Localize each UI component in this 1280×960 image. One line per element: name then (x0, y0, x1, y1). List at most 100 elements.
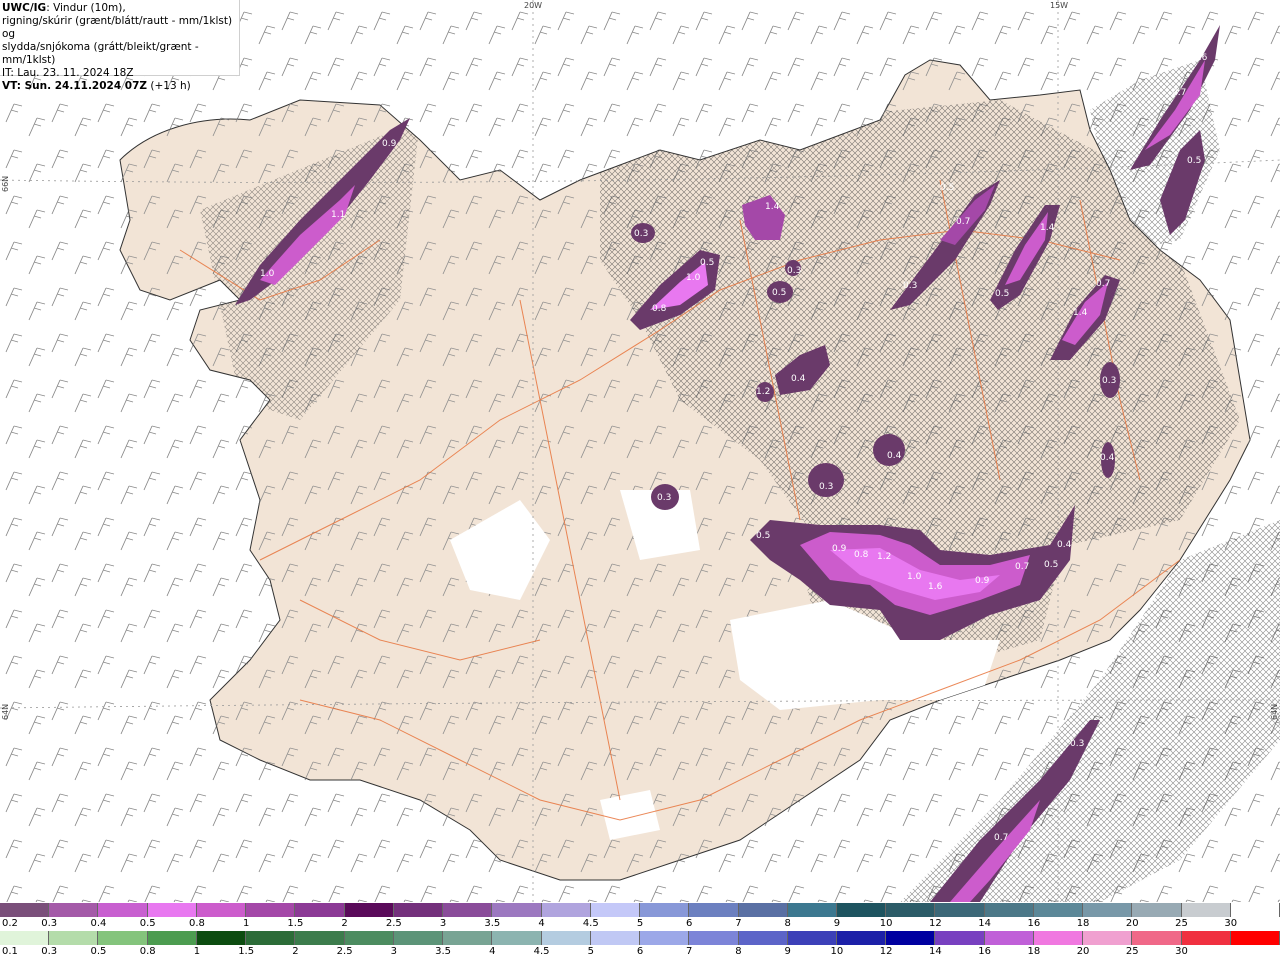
legend-swatch (1033, 931, 1084, 945)
precip-value: 1.2 (877, 552, 891, 562)
legend-swatch (836, 931, 887, 945)
legend-swatch (98, 931, 148, 945)
legend-label: 1 (193, 946, 201, 957)
legend-swatch (640, 931, 690, 945)
map-canvas: 0.9 1.1 1.0 0.3 0.5 1.0 0.8 1.4 0.5 0.3 … (0, 0, 1280, 902)
precip-value: 0.9 (975, 576, 990, 586)
legend-swatch (98, 903, 148, 917)
legend-swatch (393, 903, 444, 917)
legend-label: 7 (735, 918, 742, 929)
legend-label: 6 (686, 918, 693, 929)
legend-swatch (1230, 931, 1280, 945)
legend-label: 16 (978, 946, 991, 957)
legend-swatch (1033, 903, 1084, 917)
forecast-map: 0.9 1.1 1.0 0.3 0.5 1.0 0.8 1.4 0.5 0.3 … (0, 0, 1280, 902)
legend-label: 16 (1027, 918, 1041, 929)
legend-label: 3 (390, 946, 398, 957)
precip-value: 0.5 (940, 183, 954, 193)
precip-center-a (873, 434, 905, 466)
legend-swatch (738, 931, 788, 945)
precip-value: 0.3 (657, 493, 671, 503)
precip-value: 1.0 (260, 269, 275, 279)
precip-value: 0.8 (854, 550, 869, 560)
legend-label: 2.5 (336, 946, 353, 957)
precip-value: 1.4 (1040, 223, 1055, 233)
legend-label: 4 (538, 918, 545, 929)
legend-swatch (541, 903, 591, 917)
legend-swatch (590, 931, 641, 945)
legend-label: 0.5 (90, 946, 107, 957)
legend-swatch (0, 903, 50, 917)
precip-value: 0.3 (787, 266, 801, 276)
precip-value: 0.5 (1187, 156, 1201, 166)
info-line-1: UWC/IG: Vindur (10m), (2, 2, 239, 15)
legend-label: 0.1 (2, 946, 18, 957)
legend-label: 8 (784, 918, 791, 929)
legend-label: 2.5 (385, 918, 402, 929)
legend-swatch (443, 903, 493, 917)
precip-value: 0.7 (1096, 279, 1110, 289)
legend-label: 0.4 (90, 918, 107, 929)
initial-time: IT: Lau. 23. 11. 2024 18Z (2, 67, 134, 79)
latitude-label-66n: 66N (1, 175, 10, 192)
precip-value: 0.4 (1100, 453, 1115, 463)
legend-label: 12 (879, 946, 893, 957)
valid-time: VT: Sun. 24.11.2024 07Z (+13 h) (2, 80, 239, 93)
legend-label: 14 (929, 946, 942, 957)
precip-value: 0.3 (634, 229, 648, 239)
legend-label: 25 (1125, 946, 1139, 957)
legend-swatch (640, 903, 690, 917)
legend-label: 20 (1125, 918, 1139, 929)
precip-value: 0.5 (700, 258, 714, 268)
legend-swatch (295, 931, 345, 945)
legend-swatch (738, 903, 788, 917)
legend-label: 3.5 (484, 918, 501, 929)
legend-label: 18 (1027, 946, 1041, 957)
legend-label: 18 (1076, 918, 1090, 929)
legend-swatch (393, 931, 444, 945)
legend-label: 20 (1076, 946, 1090, 957)
legend-label: 2 (341, 918, 348, 929)
legend-label: 1.5 (238, 946, 255, 957)
precip-value: 0.7 (1172, 88, 1186, 98)
legend-label: 3.5 (435, 946, 452, 957)
legend-label: 4 (489, 946, 496, 957)
precip-value: 0.3 (1102, 376, 1116, 386)
precip-value: 1.6 (928, 582, 943, 592)
precip-value: 0.3 (903, 281, 917, 291)
legend-swatch (196, 931, 247, 945)
legend-swatch (295, 903, 345, 917)
legend-label: 30 (1224, 918, 1238, 929)
legend-swatch (1181, 903, 1231, 917)
precip-value: 0.4 (887, 451, 902, 461)
legend-swatch (443, 931, 493, 945)
legend-label: 8 (735, 946, 742, 957)
legend-label: 6 (636, 946, 644, 957)
legend-swatch (984, 903, 1034, 917)
legend-swatch (787, 931, 837, 945)
legend-label: 14 (978, 918, 991, 929)
legend-label: 1.5 (287, 918, 304, 929)
legend-rain-labels: 0.1 0.3 0.5 0.8 1 1.5 2 2.5 3 3.5 4 4.5 5 6 7 8 9 10 12 14 1… (0, 945, 1280, 959)
legend-label: 0.8 (188, 918, 205, 929)
legend-swatch (147, 931, 197, 945)
legend-snow-labels: 0.2 0.3 0.4 0.5 0.8 1 1.5 2 2.5 3 3.5 4 4.5 5 6 7 8 9 10 12… (0, 917, 1280, 931)
legend-swatch (689, 903, 739, 917)
legend-label: 10 (830, 946, 844, 957)
legend-rain: 0.1 0.3 0.5 0.8 1 1.5 2 2.5 3 3.5 4 4.5 5 6 7 8 9 10 12 14 1… (0, 931, 1280, 959)
latitude-label-64n-right: 64N (1270, 703, 1279, 720)
precip-value: 0.3 (1070, 739, 1084, 749)
legend-swatch (1181, 931, 1231, 945)
precip-value: 0.4 (1057, 540, 1072, 550)
legend-label: 10 (879, 918, 893, 929)
legend-swatch (590, 903, 641, 917)
legend-swatch (935, 903, 985, 917)
precip-value: 0.9 (382, 139, 397, 149)
info-line-3: slydda/snjókoma (grátt/bleikt/grænt - mm… (2, 41, 199, 66)
precip-value: 0.8 (652, 304, 667, 314)
legend-snow-colorbar (0, 903, 1280, 917)
legend-swatch (886, 931, 936, 945)
legend-rain-colorbar (0, 931, 1280, 945)
precip-value: 1.4 (1073, 308, 1088, 318)
valid-time-label: VT: Sun. 24.11.2024 07Z (2, 80, 148, 92)
